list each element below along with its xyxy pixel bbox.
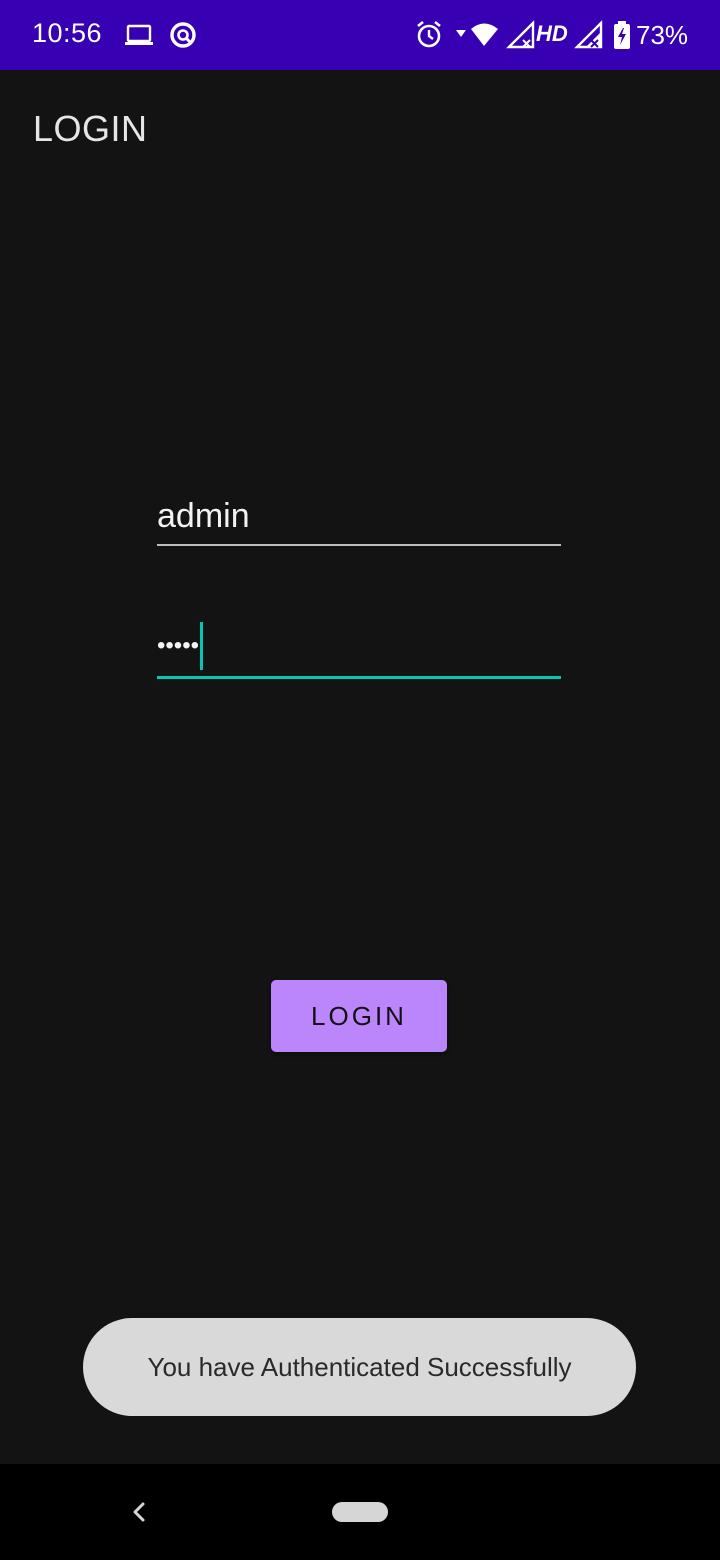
home-pill-icon[interactable] [332, 1502, 388, 1522]
network-type-label: HD [536, 21, 568, 46]
battery-percent: 73% [636, 20, 689, 50]
wifi-badge: 4 [490, 35, 496, 47]
page-title: LOGIN [33, 108, 148, 149]
login-button[interactable]: LOGIN [271, 980, 447, 1052]
toast-message: You have Authenticated Successfully [83, 1318, 636, 1416]
password-field[interactable]: ••••• [157, 620, 561, 679]
wifi-icon: 4 [454, 20, 500, 50]
navigation-bar [0, 1464, 720, 1560]
data-saver-icon [168, 20, 198, 50]
app-screen: 10:56 4 HD 73% LOGIN admin ••••• LOGIN Y… [0, 0, 720, 1560]
laptop-icon [124, 20, 154, 50]
text-cursor [200, 622, 204, 670]
toast-text: You have Authenticated Successfully [147, 1351, 572, 1382]
back-icon[interactable] [128, 1498, 150, 1526]
signal-icon [506, 20, 536, 50]
password-value: ••••• [157, 632, 200, 659]
status-bar: 10:56 4 HD 73% [0, 0, 720, 70]
status-time: 10:56 [32, 18, 103, 48]
signal-icon [574, 20, 604, 50]
alarm-icon [414, 20, 444, 50]
battery-charging-icon [612, 20, 632, 50]
username-field[interactable]: admin [157, 492, 561, 546]
username-value: admin [157, 497, 250, 535]
